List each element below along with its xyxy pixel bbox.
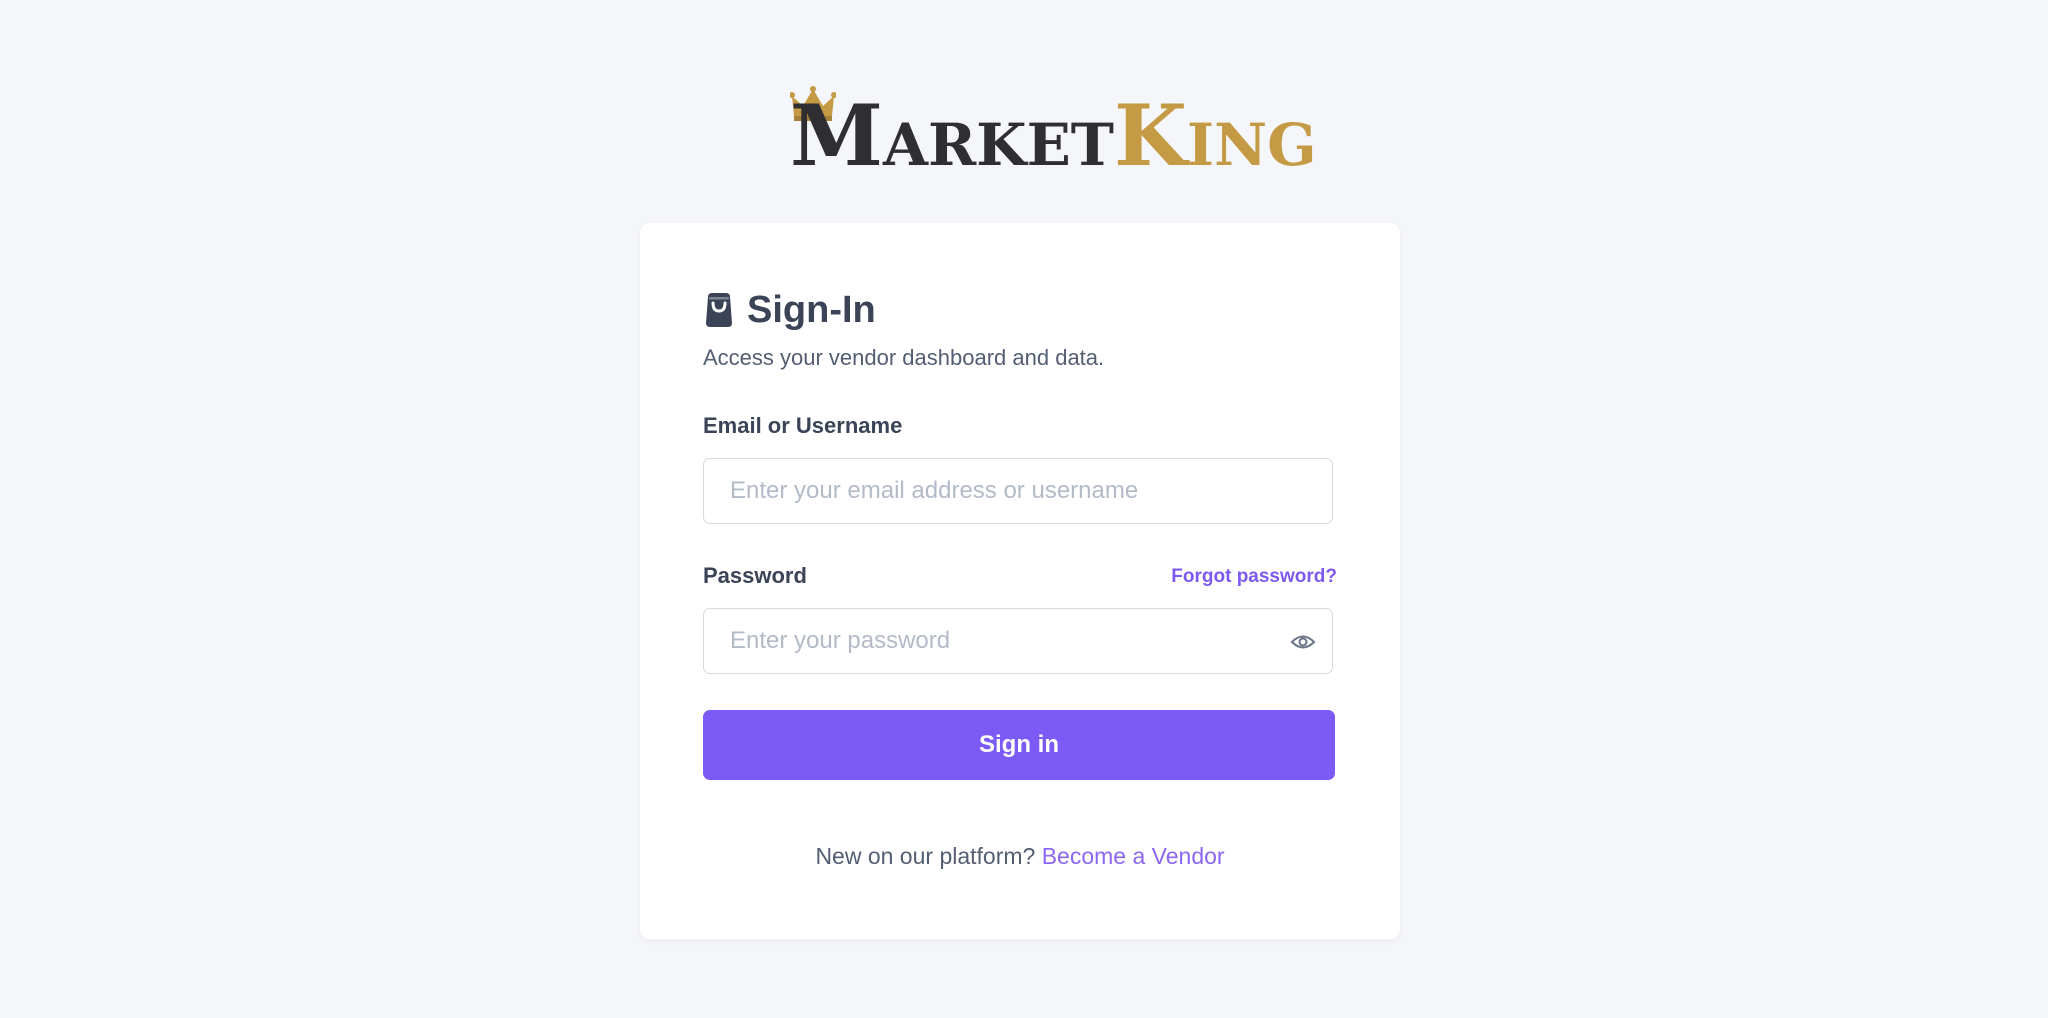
become-vendor-link[interactable]: Become a Vendor	[1042, 843, 1225, 869]
password-input[interactable]	[704, 609, 1332, 673]
email-label: Email or Username	[703, 413, 903, 438]
brand-wordmark: MARKETKING	[790, 94, 1317, 178]
password-label: Password	[703, 563, 807, 588]
email-input[interactable]	[704, 459, 1332, 523]
brand-name-part1: MARKET	[790, 86, 1114, 185]
sign-in-button[interactable]: Sign in	[703, 710, 1335, 780]
signin-card: Sign-In Access your vendor dashboard and…	[640, 223, 1400, 939]
email-field[interactable]	[703, 458, 1333, 524]
page-title: Sign-In	[747, 288, 876, 331]
brand-name-part2: KING	[1113, 86, 1317, 185]
signup-prompt-text: New on our platform?	[815, 843, 1036, 869]
card-header: Sign-In	[703, 285, 876, 335]
page-subtitle: Access your vendor dashboard and data.	[703, 345, 1105, 370]
signup-prompt: New on our platform? Become a Vendor	[640, 843, 1400, 870]
brand-logo: MARKETKING	[790, 86, 1317, 186]
password-field[interactable]	[703, 608, 1333, 674]
eye-icon[interactable]	[1290, 630, 1316, 654]
shopping-bag-icon	[706, 293, 732, 327]
forgot-password-link[interactable]: Forgot password?	[1171, 566, 1337, 588]
